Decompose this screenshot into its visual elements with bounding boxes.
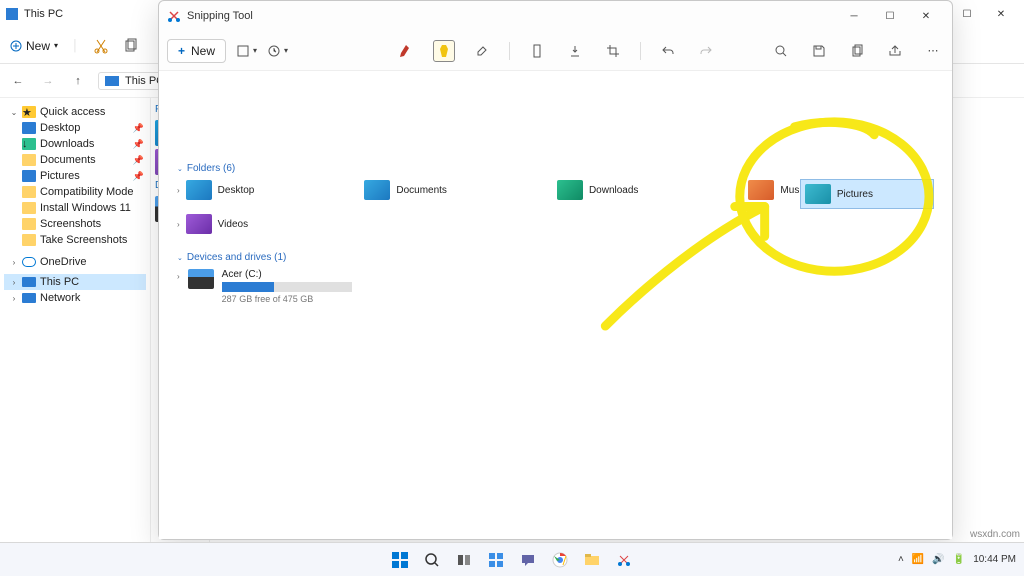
tree-desktop[interactable]: Desktop📌 (4, 120, 146, 136)
widgets-button[interactable] (483, 547, 509, 573)
watermark: wsxdn.com (970, 529, 1020, 540)
volume-icon[interactable]: 🔊 (932, 554, 944, 565)
tree-screenshots[interactable]: Screenshots (4, 216, 146, 232)
snipping-taskbar-icon[interactable] (611, 547, 637, 573)
tree-network[interactable]: ›Network (4, 290, 146, 306)
snip-close[interactable]: ✕ (908, 2, 944, 30)
snipping-tool-window: Snipping Tool ─ ☐ ✕ +New ▾ ▾ ⋯ (158, 0, 953, 540)
tree-compat[interactable]: Compatibility Mode (4, 184, 146, 200)
drives-header[interactable]: ⌄Devices and drives (1) (177, 252, 934, 263)
explorer-title: This PC (24, 8, 63, 20)
this-pc-icon (6, 8, 18, 20)
save-button[interactable] (808, 40, 830, 62)
drive-c[interactable]: › Acer (C:) 287 GB free of 475 GB (177, 269, 934, 304)
redo-button[interactable] (695, 40, 717, 62)
zoom-tool[interactable] (770, 40, 792, 62)
tree-documents[interactable]: Documents📌 (4, 152, 146, 168)
cut-icon[interactable] (93, 38, 109, 54)
wifi-icon[interactable]: 📶 (912, 554, 924, 565)
snip-title-text: Snipping Tool (187, 10, 253, 22)
crop-tool[interactable] (602, 40, 624, 62)
tree-downloads[interactable]: ↓Downloads📌 (4, 136, 146, 152)
chrome-icon[interactable] (547, 547, 573, 573)
folder-downloads[interactable]: Downloads (557, 180, 638, 200)
snip-toolbar: +New ▾ ▾ ⋯ (159, 31, 952, 71)
quick-access[interactable]: ⌄★Quick access (4, 104, 146, 120)
maximize-button[interactable]: ☐ (950, 0, 984, 28)
folder-music[interactable]: Music (748, 180, 806, 200)
drive-usage-bar (222, 282, 352, 292)
snip-maximize[interactable]: ☐ (872, 2, 908, 30)
close-button[interactable]: ✕ (984, 0, 1018, 28)
folder-pictures[interactable]: Pictures (800, 179, 934, 209)
battery-icon[interactable]: 🔋 (953, 554, 965, 565)
up-button[interactable]: ↑ (68, 71, 88, 91)
tray-chevron-icon[interactable]: ˄ (898, 554, 904, 565)
tree-take[interactable]: Take Screenshots (4, 232, 146, 248)
copy-button[interactable] (846, 40, 868, 62)
chat-button[interactable] (515, 547, 541, 573)
tree-pictures[interactable]: Pictures📌 (4, 168, 146, 184)
folders-header[interactable]: ⌄Folders (6) (177, 163, 934, 174)
snip-minimize[interactable]: ─ (836, 2, 872, 30)
snip-new-button[interactable]: +New (167, 39, 226, 63)
undo-button[interactable] (657, 40, 679, 62)
snip-canvas[interactable]: ⌄Folders (6) ›Desktop ›Videos Documents … (159, 71, 952, 539)
taskbar[interactable]: ˄ 📶 🔊 🔋 10:44 PM (0, 542, 1024, 576)
new-button[interactable]: New ▾ (10, 39, 58, 53)
clock[interactable]: 10:44 PM (973, 554, 1016, 565)
drive-icon (188, 269, 214, 289)
folder-desktop[interactable]: ›Desktop (177, 180, 254, 200)
snip-delay-dropdown[interactable]: ▾ (267, 44, 288, 58)
tree-thispc[interactable]: ›This PC (4, 274, 146, 290)
touch-writing-tool[interactable] (564, 40, 586, 62)
forward-button[interactable]: → (38, 71, 58, 91)
more-button[interactable]: ⋯ (922, 40, 944, 62)
snipping-tool-icon (167, 9, 181, 23)
search-button[interactable] (419, 547, 445, 573)
share-button[interactable] (884, 40, 906, 62)
navigation-tree[interactable]: ⌄★Quick access Desktop📌 ↓Downloads📌 Docu… (0, 98, 150, 554)
task-view-button[interactable] (451, 547, 477, 573)
folder-documents[interactable]: Documents (364, 180, 447, 200)
back-button[interactable]: ← (8, 71, 28, 91)
snip-title-bar[interactable]: Snipping Tool ─ ☐ ✕ (159, 1, 952, 31)
ruler-tool[interactable] (526, 40, 548, 62)
snip-mode-dropdown[interactable]: ▾ (236, 44, 257, 58)
copy-icon[interactable] (123, 38, 139, 54)
highlighter-tool[interactable] (433, 40, 455, 62)
eraser-tool[interactable] (471, 40, 493, 62)
tree-onedrive[interactable]: ›OneDrive (4, 254, 146, 270)
explorer-taskbar-icon[interactable] (579, 547, 605, 573)
tree-install[interactable]: Install Windows 11 (4, 200, 146, 216)
folder-videos[interactable]: ›Videos (177, 214, 254, 234)
pc-icon (105, 76, 119, 86)
ballpoint-pen-tool[interactable] (395, 40, 417, 62)
start-button[interactable] (387, 547, 413, 573)
